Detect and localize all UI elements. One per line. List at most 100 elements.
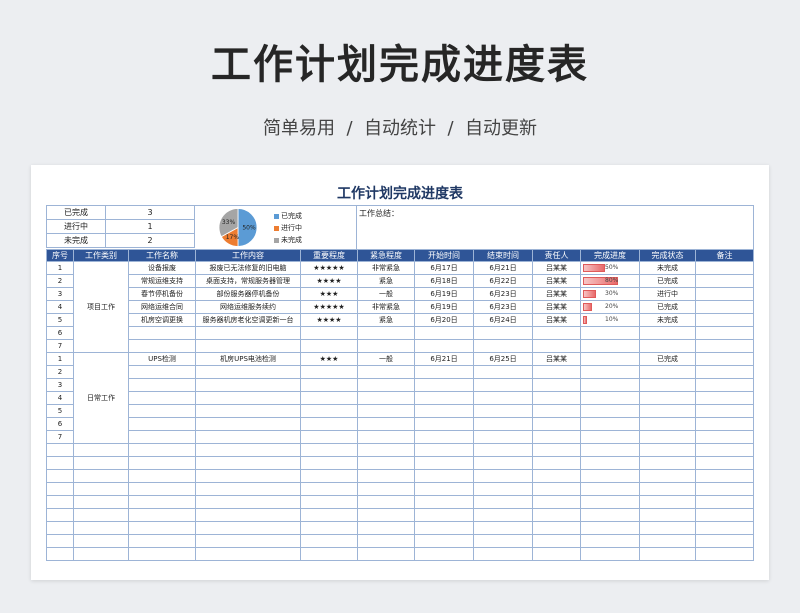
progress-cell[interactable] <box>580 378 640 392</box>
empty-cell[interactable] <box>128 547 196 561</box>
task-content-cell[interactable]: 网络运维服务续约 <box>195 300 301 314</box>
start-date-cell[interactable] <box>414 417 474 431</box>
empty-cell[interactable] <box>128 482 196 496</box>
end-date-cell[interactable] <box>473 430 533 444</box>
row-number[interactable]: 5 <box>46 313 74 327</box>
start-date-cell[interactable]: 6月18日 <box>414 274 474 288</box>
empty-cell[interactable] <box>195 547 301 561</box>
end-date-cell[interactable] <box>473 365 533 379</box>
empty-cell[interactable] <box>532 495 581 509</box>
urgency-cell[interactable]: 紧急 <box>357 313 415 327</box>
row-number[interactable]: 7 <box>46 430 74 444</box>
column-header[interactable]: 工作内容 <box>195 249 301 262</box>
task-name-cell[interactable] <box>128 339 196 353</box>
progress-cell[interactable]: 20% <box>580 300 640 314</box>
urgency-cell[interactable] <box>357 417 415 431</box>
empty-cell[interactable] <box>580 534 640 548</box>
importance-stars[interactable]: ★★★★★ <box>300 300 358 314</box>
task-name-cell[interactable] <box>128 417 196 431</box>
empty-cell[interactable] <box>695 508 754 522</box>
row-number[interactable]: 3 <box>46 378 74 392</box>
remarks-cell[interactable] <box>695 339 754 353</box>
empty-cell[interactable] <box>532 482 581 496</box>
column-header[interactable]: 重要程度 <box>300 249 358 262</box>
empty-cell[interactable] <box>73 521 129 535</box>
row-number[interactable]: 3 <box>46 287 74 301</box>
remarks-cell[interactable] <box>695 261 754 275</box>
status-cell[interactable] <box>639 339 696 353</box>
empty-cell[interactable] <box>46 443 74 457</box>
empty-cell[interactable] <box>46 534 74 548</box>
empty-cell[interactable] <box>73 443 129 457</box>
remarks-cell[interactable] <box>695 313 754 327</box>
importance-stars[interactable]: ★★★★ <box>300 313 358 327</box>
remarks-cell[interactable] <box>695 352 754 366</box>
empty-cell[interactable] <box>695 547 754 561</box>
column-header[interactable]: 序号 <box>46 249 74 262</box>
start-date-cell[interactable] <box>414 391 474 405</box>
empty-cell[interactable] <box>639 508 696 522</box>
status-cell[interactable]: 已完成 <box>639 300 696 314</box>
empty-cell[interactable] <box>414 482 474 496</box>
empty-cell[interactable] <box>532 443 581 457</box>
progress-cell[interactable] <box>580 352 640 366</box>
empty-cell[interactable] <box>580 482 640 496</box>
empty-cell[interactable] <box>300 482 358 496</box>
empty-cell[interactable] <box>73 482 129 496</box>
empty-cell[interactable] <box>195 495 301 509</box>
status-cell[interactable]: 进行中 <box>639 287 696 301</box>
progress-cell[interactable]: 30% <box>580 287 640 301</box>
progress-cell[interactable] <box>580 326 640 340</box>
empty-cell[interactable] <box>532 547 581 561</box>
row-number[interactable]: 4 <box>46 300 74 314</box>
owner-cell[interactable] <box>532 417 581 431</box>
status-cell[interactable] <box>639 430 696 444</box>
empty-cell[interactable] <box>580 521 640 535</box>
start-date-cell[interactable]: 6月19日 <box>414 287 474 301</box>
empty-cell[interactable] <box>639 521 696 535</box>
task-content-cell[interactable]: 报废已无法修复的旧电脑 <box>195 261 301 275</box>
empty-cell[interactable] <box>357 469 415 483</box>
empty-cell[interactable] <box>695 456 754 470</box>
remarks-cell[interactable] <box>695 430 754 444</box>
urgency-cell[interactable]: 一般 <box>357 352 415 366</box>
task-name-cell[interactable]: 常规运维支持 <box>128 274 196 288</box>
empty-cell[interactable] <box>532 508 581 522</box>
status-cell[interactable] <box>639 391 696 405</box>
importance-stars[interactable] <box>300 417 358 431</box>
empty-cell[interactable] <box>580 456 640 470</box>
empty-cell[interactable] <box>580 469 640 483</box>
empty-cell[interactable] <box>357 495 415 509</box>
empty-cell[interactable] <box>532 521 581 535</box>
owner-cell[interactable]: 吕某某 <box>532 274 581 288</box>
empty-cell[interactable] <box>639 495 696 509</box>
owner-cell[interactable]: 吕某某 <box>532 261 581 275</box>
task-content-cell[interactable] <box>195 378 301 392</box>
empty-cell[interactable] <box>414 521 474 535</box>
row-number[interactable]: 1 <box>46 261 74 275</box>
task-name-cell[interactable] <box>128 404 196 418</box>
column-header[interactable]: 工作类别 <box>73 249 129 262</box>
empty-cell[interactable] <box>195 482 301 496</box>
empty-cell[interactable] <box>532 469 581 483</box>
empty-cell[interactable] <box>195 469 301 483</box>
end-date-cell[interactable] <box>473 326 533 340</box>
remarks-cell[interactable] <box>695 365 754 379</box>
row-number[interactable]: 2 <box>46 365 74 379</box>
empty-cell[interactable] <box>357 534 415 548</box>
owner-cell[interactable] <box>532 378 581 392</box>
notes-box[interactable]: 工作总结： <box>356 205 754 250</box>
status-cell[interactable] <box>639 417 696 431</box>
remarks-cell[interactable] <box>695 300 754 314</box>
start-date-cell[interactable] <box>414 365 474 379</box>
task-name-cell[interactable]: 机房空调更换 <box>128 313 196 327</box>
empty-cell[interactable] <box>128 443 196 457</box>
empty-cell[interactable] <box>128 521 196 535</box>
empty-cell[interactable] <box>580 547 640 561</box>
start-date-cell[interactable] <box>414 326 474 340</box>
empty-cell[interactable] <box>357 482 415 496</box>
empty-cell[interactable] <box>73 495 129 509</box>
task-name-cell[interactable]: 设备报废 <box>128 261 196 275</box>
task-name-cell[interactable] <box>128 391 196 405</box>
empty-cell[interactable] <box>414 456 474 470</box>
